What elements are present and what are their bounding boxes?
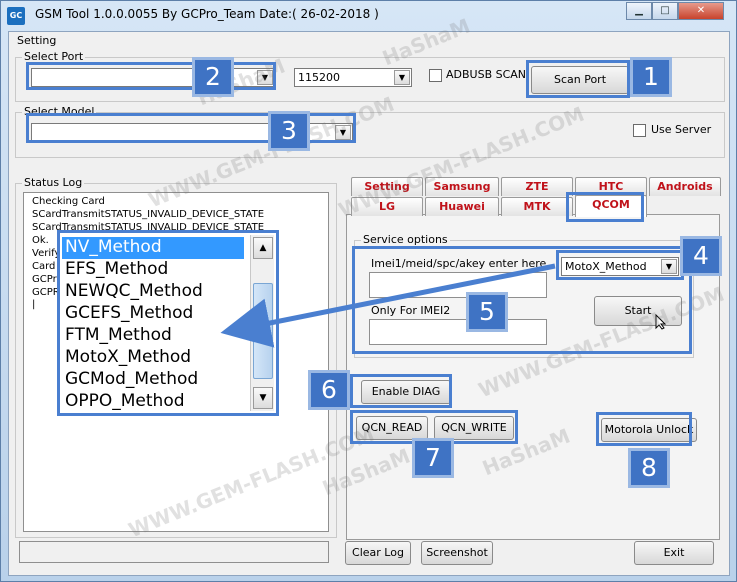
callout-1: 1 [630,57,672,97]
callout-6: 6 [308,370,350,410]
callout-8: 8 [628,448,670,488]
callout-7: 7 [412,438,454,478]
callout-4: 4 [680,236,722,276]
arrow-line [220,263,556,348]
callout-3: 3 [268,111,310,151]
callout-5: 5 [466,292,508,332]
pointer-arrow [220,263,556,348]
callout-2: 2 [192,57,234,97]
